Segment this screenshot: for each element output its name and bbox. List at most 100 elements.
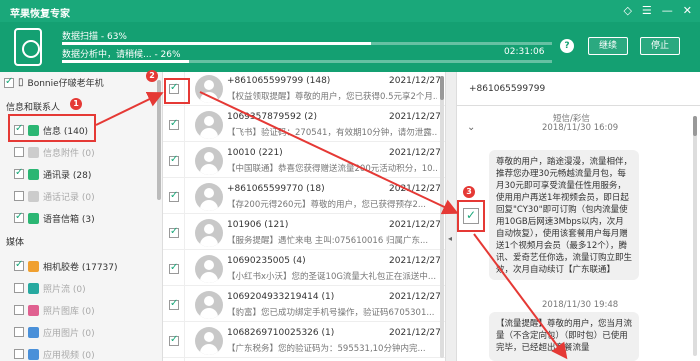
menu-icon[interactable]: ☰ xyxy=(642,4,652,17)
close-icon[interactable]: ✕ xyxy=(683,4,692,17)
sidebar-info-label: 通讯录 (28) xyxy=(43,170,92,181)
sidebar-media-label: 照片流 (0) xyxy=(43,284,86,295)
sender-number: +861065599770 (18) xyxy=(227,184,325,194)
device-checkbox[interactable] xyxy=(4,76,14,88)
device-row[interactable]: ▯ Bonnie仔啵老年机 xyxy=(4,76,104,89)
diamond-icon[interactable]: ◇ xyxy=(623,4,631,17)
message-bubble-2: 【流量提醒】尊敬的用户，您当月流量（不含定向包）（即时包）已使用完毕，已经超出套… xyxy=(489,312,639,361)
scan-progress-bar xyxy=(62,42,552,45)
sidebar-info-checkbox[interactable] xyxy=(14,167,24,179)
sidebar-media-label: 应用视频 (0) xyxy=(43,350,95,361)
sidebar-info-label: 语音信箱 (3) xyxy=(43,214,95,225)
avatar-icon xyxy=(195,255,223,283)
continue-button[interactable]: 继续 xyxy=(588,37,628,55)
avatar-icon xyxy=(195,147,223,175)
list-scrollbar[interactable] xyxy=(440,76,444,358)
row-checkbox[interactable] xyxy=(169,154,179,166)
help-icon[interactable]: ? xyxy=(560,39,574,53)
sidebar-info-item[interactable]: 信息 (140) xyxy=(14,123,88,137)
analyze-progress-label: 数据分析中，请稍候... - 26% xyxy=(62,50,181,60)
row-checkbox[interactable] xyxy=(169,298,179,310)
minimize-icon[interactable]: — xyxy=(662,4,673,17)
message-preview: 【飞书】验证码：270541，有效期10分钟，请勿泄露... xyxy=(227,128,437,138)
message-row[interactable]: 1069357879592 (2) 2021/12/27 【飞书】验证码：27054… xyxy=(163,108,445,142)
sidebar-info-item[interactable]: 语音信箱 (3) xyxy=(14,211,95,225)
sidebar-info-item[interactable]: 信息附件 (0) xyxy=(14,145,95,159)
sender-number: 1069357879592 (2) xyxy=(227,112,318,122)
sidebar-media-item[interactable]: 应用图片 (0) xyxy=(14,325,95,339)
avatar-icon xyxy=(195,291,223,319)
sidebar-media-checkbox[interactable] xyxy=(14,259,24,271)
sidebar-media-category-icon xyxy=(28,326,39,338)
message-row[interactable]: 1069204933219414 (1) 2021/12/27 【豹富】您已成功绑定… xyxy=(163,288,445,322)
sender-number: 10690235005 (4) xyxy=(227,256,306,266)
collapse-arrow-icon[interactable]: ◂ xyxy=(448,234,452,243)
sidebar-info-category-icon xyxy=(28,146,39,158)
message-date: 2021/12/27 xyxy=(389,112,441,122)
message-row[interactable]: +861065599799 (148) 2021/12/27 【权益领取提醒】尊敬的… xyxy=(163,72,445,106)
sidebar-scrollbar[interactable] xyxy=(157,80,161,200)
sidebar-info-checkbox[interactable] xyxy=(14,147,24,157)
sidebar-media-label: 相机胶卷 (17737) xyxy=(43,262,118,273)
sidebar-media-item[interactable]: 相机胶卷 (17737) xyxy=(14,259,118,273)
message-preview: 【中国联通】恭喜您获得赠送流量200元活动积分，10... xyxy=(227,164,437,174)
sender-number: 1068269710025326 (1) xyxy=(227,328,335,338)
sidebar-media-category-icon xyxy=(28,348,39,360)
scan-progress-label: 数据扫描 - 63% xyxy=(62,32,127,42)
pane-divider[interactable]: ◂ xyxy=(445,72,457,361)
message-row[interactable]: +861065599770 (18) 2021/12/27 【存200元得260元】… xyxy=(163,180,445,214)
message-date: 2021/12/27 xyxy=(389,328,441,338)
sidebar-media-item[interactable]: 照片流 (0) xyxy=(14,281,86,295)
sidebar-media-category-icon xyxy=(28,282,39,294)
message-preview: 【广东税务】您的验证码为：595531,10分钟内完... xyxy=(227,344,426,354)
sidebar-info-item[interactable]: 通话记录 (0) xyxy=(14,189,95,203)
category-sidebar: ▯ Bonnie仔啵老年机 信息和联系人 信息 (140) 信息附件 (0) 通讯录… xyxy=(0,72,163,361)
detail-scrollbar[interactable] xyxy=(693,116,697,356)
message-date: 2021/12/27 xyxy=(389,148,441,158)
sidebar-info-item[interactable]: 通讯录 (28) xyxy=(14,167,91,181)
message-date-2: 2018/11/30 19:48 xyxy=(542,300,619,310)
sidebar-info-checkbox[interactable] xyxy=(14,123,24,135)
sender-number: 10010 (221) xyxy=(227,148,283,158)
message-preview: 【小红书x小沃】您的圣诞10G流量大礼包正在派送中... xyxy=(227,272,437,282)
sidebar-info-label: 通话记录 (0) xyxy=(43,192,95,203)
avatar-icon xyxy=(195,327,223,355)
message-date: 2021/12/27 xyxy=(389,220,441,230)
sidebar-info-checkbox[interactable] xyxy=(14,191,24,201)
message-date: 2021/12/27 xyxy=(389,184,441,194)
avatar-icon xyxy=(195,75,223,103)
section-info-contacts: 信息和联系人 xyxy=(6,103,61,113)
message-row[interactable]: 1068269710025326 (1) 2021/12/27 【广东税务】您的验证… xyxy=(163,324,445,358)
message-date: 2021/12/27 xyxy=(389,292,441,302)
sidebar-info-label: 信息 (140) xyxy=(43,126,89,137)
sidebar-info-category-icon xyxy=(28,212,39,224)
stop-button[interactable]: 停止 xyxy=(640,37,680,55)
sidebar-info-category-icon xyxy=(28,124,39,136)
row-checkbox[interactable] xyxy=(169,190,179,202)
message-preview: 【服务提醒】遇忙来电 主叫:075610016 归属广东... xyxy=(227,236,429,246)
chevron-down-icon[interactable]: ⌄ xyxy=(467,122,475,133)
row-checkbox[interactable] xyxy=(169,82,179,94)
row-checkbox[interactable] xyxy=(169,262,179,274)
sender-number: +861065599799 (148) xyxy=(227,76,331,86)
row-checkbox[interactable] xyxy=(169,334,179,346)
analyze-progress-bar xyxy=(62,60,552,63)
sidebar-info-checkbox[interactable] xyxy=(14,211,24,223)
section-media: 媒体 xyxy=(6,238,25,248)
sidebar-media-checkbox[interactable] xyxy=(14,349,24,359)
row-checkbox[interactable] xyxy=(169,118,179,130)
sidebar-media-checkbox[interactable] xyxy=(14,327,24,337)
window-controls: ◇ ☰ — ✕ xyxy=(623,4,692,17)
message-row[interactable]: 10010 (221) 2021/12/27 【中国联通】恭喜您获得赠送流量200元… xyxy=(163,144,445,178)
sidebar-info-category-icon xyxy=(28,168,39,180)
sidebar-media-checkbox[interactable] xyxy=(14,305,24,315)
message-preview: 【豹富】您已成功绑定手机号操作，验证码6705301... xyxy=(227,308,435,318)
title-bar: 苹果恢复专家 ◇ ☰ — ✕ xyxy=(0,0,700,22)
row-checkbox[interactable] xyxy=(169,226,179,238)
sidebar-media-item[interactable]: 照片图库 (0) xyxy=(14,303,95,317)
phone-scan-icon xyxy=(14,28,42,66)
sidebar-media-checkbox[interactable] xyxy=(14,283,24,293)
sidebar-media-item[interactable]: 应用视频 (0) xyxy=(14,347,95,361)
message-row[interactable]: 10690235005 (4) 2021/12/27 【小红书x小沃】您的圣诞10G… xyxy=(163,252,445,286)
message-row[interactable]: 101906 (121) 2021/12/27 【服务提醒】遇忙来电 主叫:0756… xyxy=(163,216,445,250)
